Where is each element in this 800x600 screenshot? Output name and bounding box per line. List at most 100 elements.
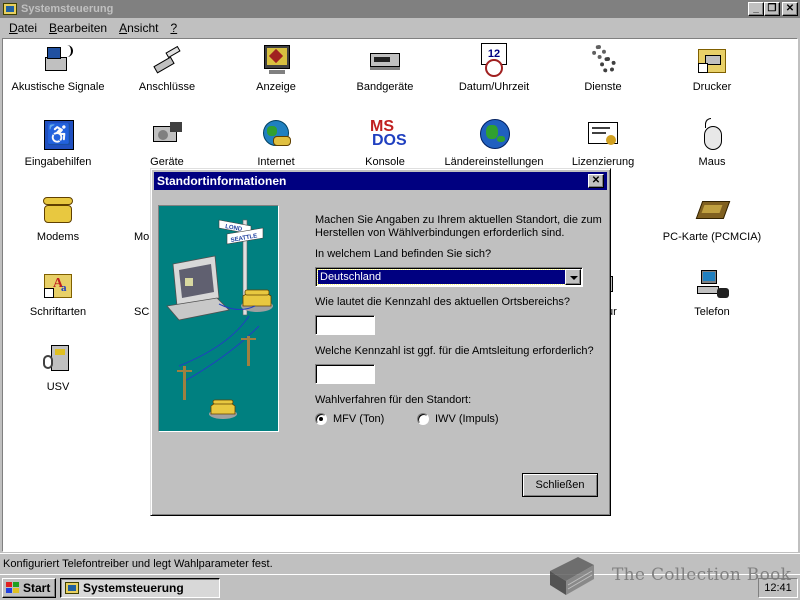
close-dialog-button[interactable]: Schließen [522,473,598,497]
radio-tone-circle[interactable] [315,413,327,425]
dialog-title: Standortinformationen [157,174,287,188]
dial-method-label: Wahlverfahren für den Standort: [315,394,472,406]
window-title: Systemsteuerung [21,3,114,15]
devices-icon [150,118,184,152]
system-tray-clock[interactable]: 12:41 [758,578,798,598]
icon-label: Maus [698,156,726,168]
window-titlebar[interactable]: Systemsteuerung _ ❐ ✕ [0,0,800,18]
menu-datei[interactable]: Datei [3,21,43,35]
icon-modems[interactable]: Modems [3,193,113,243]
icon-label: Datum/Uhrzeit [458,81,530,93]
telephony-icon [695,268,729,302]
certificate-icon [586,118,620,152]
windows-flag-icon [6,582,20,594]
area-code-input[interactable] [315,315,375,335]
menu-bar: Datei Bearbeiten Ansicht ? [0,18,800,38]
icon-anzeige[interactable]: Anzeige [221,43,331,93]
icon-label: Ländereinstellungen [444,156,544,168]
outside-line-label: Welche Kennzahl ist ggf. für die Amtslei… [315,345,594,357]
display-icon [259,43,293,77]
icon-label: Telefon [694,306,730,318]
radio-tone[interactable]: MFV (Ton) [315,413,384,425]
msdos-icon: MS DOS [370,118,407,149]
outside-line-input[interactable] [315,364,375,384]
icon-laendereinstellungen[interactable]: Ländereinstellungen [439,118,549,168]
maximize-button[interactable]: ❐ [764,2,780,16]
icon-dienste[interactable]: Dienste [548,43,658,93]
country-select[interactable]: Deutschland [315,267,583,287]
calendar-clock-icon: 12 [477,43,511,77]
icon-internet[interactable]: Internet [221,118,331,168]
intro-text: Machen Sie Angaben zu Ihrem aktuellen St… [315,214,602,239]
status-text: Konfiguriert Telefontreiber und legt Wah… [3,557,273,570]
icon-label: Dienste [584,81,622,93]
tape-drive-icon [368,43,402,77]
location-illustration: LOND SEATTLE [158,205,279,432]
icon-bandgeraete[interactable]: Bandgeräte [330,43,440,93]
icon-telefon[interactable]: Telefon [657,268,767,318]
clock-text: 12:41 [764,582,792,594]
icon-schriftarten[interactable]: A a Schriftarten [3,268,113,318]
status-bar: Konfiguriert Telefontreiber und legt Wah… [0,553,800,573]
icon-label: Modems [36,231,80,243]
icon-pc-karte[interactable]: PC-Karte (PCMCIA) [657,193,767,243]
menu-bearbeiten[interactable]: Bearbeiten [43,21,113,35]
icon-label: Anzeige [256,81,296,93]
radio-pulse-label: IWV (Impuls) [435,413,499,425]
icon-drucker[interactable]: Drucker [657,43,767,93]
location-illustration-svg: LOND SEATTLE [166,219,273,419]
icon-label: Bandgeräte [356,81,414,93]
country-label: In welchem Land befinden Sie sich? [315,248,492,260]
fonts-folder-icon: A a [41,268,75,302]
dialog-close-button[interactable]: ✕ [588,174,604,188]
location-dialog: Standortinformationen ✕ LOND SEATTLE Mac… [150,168,611,516]
radio-pulse-circle[interactable] [417,413,429,425]
menu-help[interactable]: ? [164,21,183,35]
icon-label: Lizenzierung [571,156,635,168]
accessibility-icon: ♿ [41,118,75,152]
icon-maus[interactable]: Maus [657,118,767,168]
icon-label: Akustische Signale [11,81,105,93]
icon-label: Geräte [150,156,184,168]
radio-tone-label: MFV (Ton) [333,413,385,425]
minimize-button[interactable]: _ [748,2,764,16]
ups-icon [41,343,75,377]
icon-label: Drucker [692,81,732,93]
icon-eingabehilfen[interactable]: ♿ Eingabehilfen [3,118,113,168]
icon-usv[interactable]: USV [3,343,113,393]
printer-folder-icon [695,43,729,77]
icon-geraete[interactable]: Geräte [112,118,222,168]
globe-phone-icon [259,118,293,152]
icon-label: Internet [257,156,295,168]
icon-label: Schriftarten [29,306,87,318]
speaker-icon [41,43,75,77]
icon-label: USV [46,381,70,393]
icon-lizenzierung[interactable]: Lizenzierung [548,118,658,168]
country-value: Deutschland [317,269,567,285]
icon-multimedia[interactable]: Mo [112,193,152,243]
icon-datum-uhrzeit[interactable]: 12 Datum/Uhrzeit [439,43,549,93]
taskbar-button-systemsteuerung[interactable]: Systemsteuerung [60,578,220,598]
start-label: Start [23,581,51,595]
icon-konsole[interactable]: MS DOS Konsole [330,118,440,169]
dialog-titlebar[interactable]: Standortinformationen ✕ [154,172,607,190]
icon-label: Eingabehilfen [24,156,92,168]
menu-ansicht[interactable]: Ansicht [113,21,164,35]
gears-icon [586,43,620,77]
close-button[interactable]: ✕ [782,2,798,16]
control-panel-icon [3,3,17,15]
icon-label: Anschlüsse [138,81,196,93]
plug-icon [150,43,184,77]
icon-anschluesse[interactable]: Anschlüsse [112,43,222,93]
globe-icon [477,118,511,152]
dropdown-arrow-icon[interactable] [565,269,581,285]
area-code-label: Wie lautet die Kennzahl des aktuellen Or… [315,296,570,308]
icon-scsi[interactable]: SCS [112,268,157,318]
icon-akustische-signale[interactable]: Akustische Signale [3,43,113,93]
phone-icon [41,193,75,227]
mouse-icon [695,118,729,152]
radio-pulse[interactable]: IWV (Impuls) [417,413,499,425]
icon-label: Konsole [365,156,405,168]
icon-label: PC-Karte (PCMCIA) [662,231,762,243]
start-button[interactable]: Start [2,578,56,598]
